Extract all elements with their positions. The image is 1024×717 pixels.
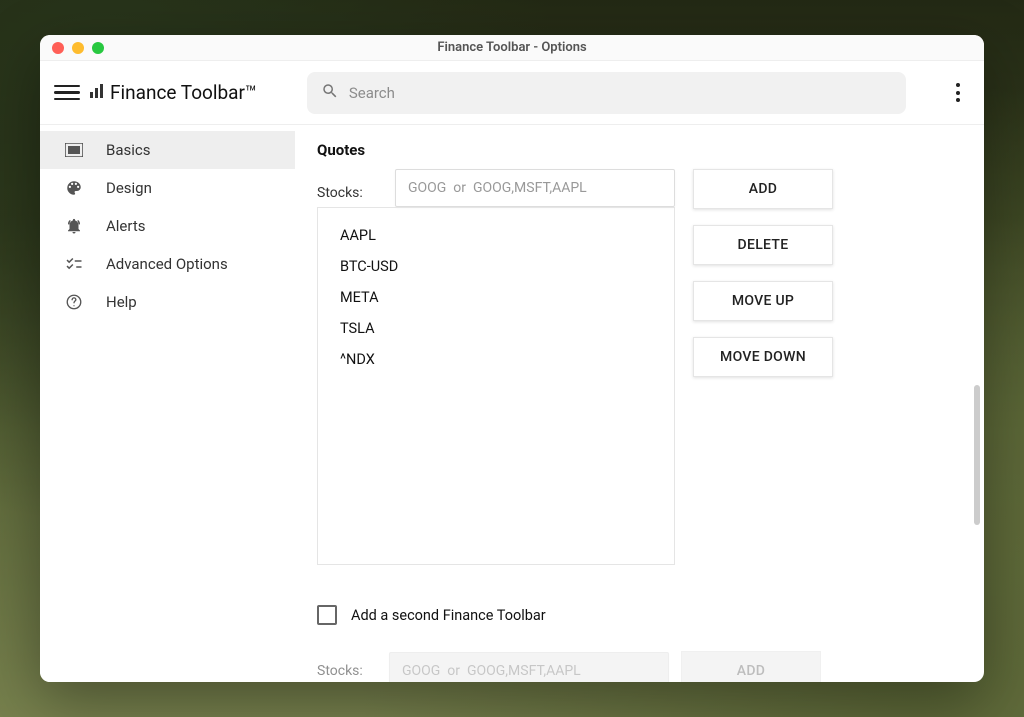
- sidebar-item-label: Basics: [106, 141, 151, 159]
- list-item[interactable]: BTC-USD: [318, 251, 674, 282]
- stocks-label: Stocks:: [317, 175, 377, 201]
- search-input[interactable]: [349, 84, 892, 102]
- list-item[interactable]: ^NDX: [318, 344, 674, 375]
- second-toolbar-checkbox[interactable]: [317, 605, 337, 625]
- sidebar-item-design[interactable]: Design: [40, 169, 295, 207]
- add-button-2: ADD: [681, 651, 821, 682]
- more-icon[interactable]: [946, 83, 970, 102]
- sidebar-item-help[interactable]: Help: [40, 283, 295, 321]
- sidebar-item-advanced[interactable]: Advanced Options: [40, 245, 295, 283]
- second-toolbar-row: Add a second Finance Toolbar: [317, 605, 962, 625]
- scrollbar[interactable]: [974, 385, 980, 525]
- palette-icon: [64, 179, 84, 197]
- bell-icon: [64, 217, 84, 235]
- second-toolbar-label: Add a second Finance Toolbar: [351, 607, 546, 624]
- second-stocks-row: Stocks: ADD: [317, 651, 962, 682]
- sidebar-item-label: Alerts: [106, 217, 146, 235]
- section-title-quotes: Quotes: [317, 141, 962, 159]
- sidebar-item-label: Design: [106, 179, 152, 197]
- list-item[interactable]: META: [318, 282, 674, 313]
- basics-icon: [64, 143, 84, 157]
- sidebar-item-alerts[interactable]: Alerts: [40, 207, 295, 245]
- help-icon: [64, 293, 84, 311]
- sidebar-item-label: Help: [106, 293, 137, 311]
- add-button[interactable]: ADD: [693, 169, 833, 209]
- sidebar-item-basics[interactable]: Basics: [40, 131, 295, 169]
- stock-listbox[interactable]: AAPL BTC-USD META TSLA ^NDX: [317, 207, 675, 565]
- list-item[interactable]: AAPL: [318, 220, 674, 251]
- app-window: Finance Toolbar - Options Finance Toolba…: [40, 35, 984, 682]
- quotes-area: Stocks: AAPL BTC-USD META TSLA ^NDX ADD …: [317, 169, 962, 565]
- toolbar: Finance Toolbar™: [40, 61, 984, 125]
- search-box[interactable]: [307, 72, 906, 114]
- search-icon: [321, 82, 339, 104]
- content: Quotes Stocks: AAPL BTC-USD META TSLA ^N…: [295, 125, 984, 682]
- move-down-button[interactable]: MOVE DOWN: [693, 337, 833, 377]
- titlebar: Finance Toolbar - Options: [40, 35, 984, 61]
- quote-action-buttons: ADD DELETE MOVE UP MOVE DOWN: [693, 169, 833, 565]
- list-item[interactable]: TSLA: [318, 313, 674, 344]
- move-up-button[interactable]: MOVE UP: [693, 281, 833, 321]
- tools-icon: [64, 255, 84, 273]
- stock-symbol-input-2: [389, 652, 669, 682]
- sidebar-item-label: Advanced Options: [106, 255, 228, 273]
- delete-button[interactable]: DELETE: [693, 225, 833, 265]
- app-title: Finance Toolbar™: [110, 81, 257, 104]
- app-logo: Finance Toolbar™: [90, 81, 257, 104]
- window-title: Finance Toolbar - Options: [40, 40, 984, 55]
- stock-symbol-input[interactable]: [395, 169, 675, 207]
- stocks-label-2: Stocks:: [317, 663, 377, 679]
- menu-icon[interactable]: [54, 80, 80, 106]
- body: Basics Design Alerts Advanced Options: [40, 125, 984, 682]
- chart-icon: [90, 83, 106, 102]
- sidebar: Basics Design Alerts Advanced Options: [40, 125, 295, 682]
